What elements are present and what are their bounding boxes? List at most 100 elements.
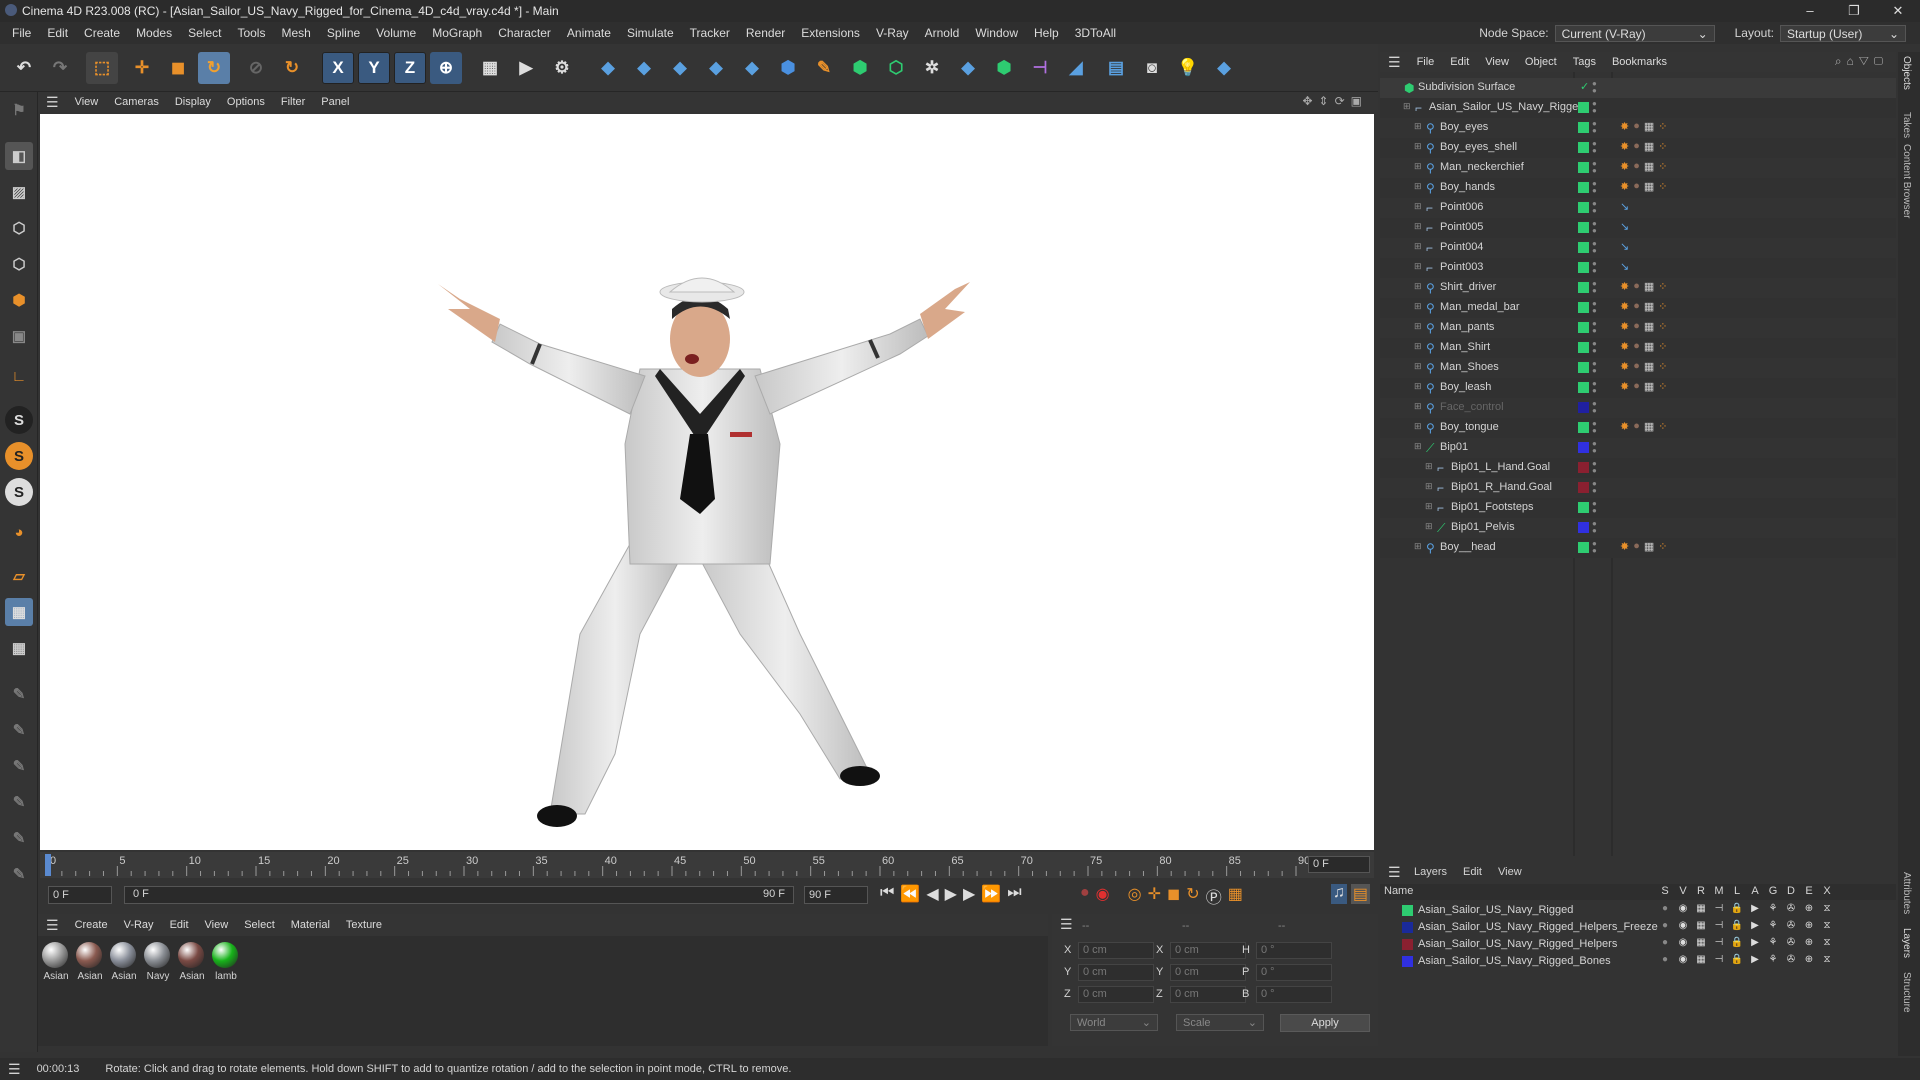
object-menu-object[interactable]: Object <box>1517 56 1565 68</box>
layer-row[interactable]: Asian_Sailor_US_Navy_Rigged ● ◉ ▦ ⊣ 🔒 ▶ ⚘ ✇ ⊕ ⧖ <box>1380 902 1896 918</box>
magnet-icon[interactable]: ◕ <box>5 518 33 546</box>
object-menu-file[interactable]: File <box>1409 56 1443 68</box>
layer-flag-e-icon[interactable]: ⊕ <box>1800 954 1818 965</box>
layer-color-swatch[interactable] <box>1578 462 1589 473</box>
material-tag-icon[interactable]: ● <box>1633 140 1640 153</box>
vray-icon[interactable]: ◆ <box>628 52 660 84</box>
object-menu-bookmarks[interactable]: Bookmarks <box>1604 56 1675 68</box>
tab-layers[interactable]: Layers <box>1901 928 1912 958</box>
recent-tool-icon[interactable]: ⊘ <box>240 52 272 84</box>
layer-flag-r-icon[interactable]: ▦ <box>1692 920 1710 931</box>
weight-tag-icon[interactable]: ⁘ <box>1658 300 1667 313</box>
menu-select[interactable]: Select <box>180 26 229 40</box>
layer-flag-l-icon[interactable]: 🔒 <box>1728 920 1746 931</box>
viewport-nav-icons[interactable]: ✥⇕⟳▣ <box>1302 94 1368 108</box>
material-tag-icon[interactable]: ● <box>1633 360 1640 373</box>
material-tag-icon[interactable]: ● <box>1633 420 1640 433</box>
visibility-dots-icon[interactable]: ● ● <box>1592 120 1597 135</box>
key-pla-icon[interactable]: ▦ <box>1228 884 1243 908</box>
skin-tag-icon[interactable]: ✸ <box>1620 160 1629 173</box>
status-hamburger-icon[interactable]: ☰ <box>0 1061 29 1078</box>
layer-color-swatch[interactable] <box>1578 122 1589 133</box>
key-scale-icon[interactable]: ◼ <box>1167 884 1180 908</box>
layer-color-swatch[interactable] <box>1578 282 1589 293</box>
object-row[interactable]: ⊞ ⚲ Boy_eyes ● ● ✸ ● ▦ ⁘ <box>1380 118 1896 138</box>
play-icon[interactable]: ▶ <box>945 884 957 904</box>
menu-window[interactable]: Window <box>967 26 1026 40</box>
expand-icon[interactable]: ⊞ <box>1414 201 1422 212</box>
menu-3dtoall[interactable]: 3DToAll <box>1067 26 1124 40</box>
current-frame-field[interactable]: 0 F <box>48 886 112 904</box>
maximize-button[interactable]: ❐ <box>1832 0 1876 22</box>
cube-icon[interactable]: ⬢ <box>772 52 804 84</box>
python-script-5-icon[interactable]: ◆ <box>952 52 984 84</box>
layer-color-swatch[interactable] <box>1578 202 1589 213</box>
layer-flag-e-icon[interactable]: ⊕ <box>1800 903 1818 914</box>
layer-flag-x-icon[interactable]: ⧖ <box>1818 954 1836 965</box>
weight-tag-icon[interactable]: ⁘ <box>1658 340 1667 353</box>
expand-icon[interactable]: ⊞ <box>1414 121 1422 132</box>
coord-value-field[interactable]: 0 cm <box>1170 964 1246 981</box>
coord-value-field[interactable]: 0 cm <box>1078 986 1154 1003</box>
visibility-dots-icon[interactable]: ● ● <box>1592 180 1597 195</box>
weight-tag-icon[interactable]: ⁘ <box>1658 320 1667 333</box>
constraint-tag-icon[interactable]: ↘ <box>1620 260 1629 273</box>
layer-color-swatch[interactable] <box>1578 262 1589 273</box>
skin-tag-icon[interactable]: ✸ <box>1620 280 1629 293</box>
relax-icon[interactable]: ✎ <box>5 824 33 852</box>
menu-create[interactable]: Create <box>76 26 128 40</box>
menu-tools[interactable]: Tools <box>229 26 273 40</box>
3d-viewport[interactable] <box>40 114 1374 850</box>
layer-flag-r-icon[interactable]: ▦ <box>1692 954 1710 965</box>
layer-flag-m-icon[interactable]: ⊣ <box>1710 937 1728 948</box>
layer-color-swatch[interactable] <box>1578 222 1589 233</box>
constraint-tag-icon[interactable]: ↘ <box>1620 240 1629 253</box>
object-row[interactable]: ⊞ ⚲ Man_Shoes ● ● ✸ ● ▦ ⁘ <box>1380 358 1896 378</box>
scale-tool-icon[interactable]: ◼ <box>162 52 194 84</box>
layer-color-swatch[interactable] <box>1578 182 1589 193</box>
menu-render[interactable]: Render <box>738 26 793 40</box>
expand-icon[interactable]: ⊞ <box>1425 521 1433 532</box>
expand-icon[interactable]: ⊞ <box>1403 101 1411 112</box>
layer-flag-d-icon[interactable]: ✇ <box>1782 937 1800 948</box>
expand-icon[interactable]: ⊞ <box>1414 181 1422 192</box>
apply-button[interactable]: Apply <box>1280 1014 1370 1032</box>
texture-tag-icon[interactable]: ▦ <box>1644 320 1654 333</box>
weight-tag-icon[interactable]: ⁘ <box>1658 280 1667 293</box>
expand-icon[interactable]: ⊞ <box>1414 321 1422 332</box>
go-to-start-icon[interactable]: ⏮ <box>880 884 894 904</box>
visibility-dots-icon[interactable]: ● ● <box>1592 280 1597 295</box>
layer-flag-d-icon[interactable]: ✇ <box>1782 954 1800 965</box>
skin-tag-icon[interactable]: ✸ <box>1620 340 1629 353</box>
redo-icon[interactable]: ↷ <box>44 52 76 84</box>
layer-menu-edit[interactable]: Edit <box>1455 866 1490 878</box>
layer-flag-m-icon[interactable]: ⊣ <box>1710 954 1728 965</box>
render-view-icon[interactable]: ▶ <box>510 52 542 84</box>
menu-file[interactable]: File <box>4 26 39 40</box>
layer-flag-v-icon[interactable]: ◉ <box>1674 903 1692 914</box>
object-row[interactable]: ⊞ ⚲ Boy__head ● ● ✸ ● ▦ ⁘ <box>1380 538 1896 558</box>
object-row[interactable]: ⊞ ⚲ Man_neckerchief ● ● ✸ ● ▦ ⁘ <box>1380 158 1896 178</box>
sculpt-icon[interactable]: ✎ <box>5 716 33 744</box>
layer-flag-s-icon[interactable]: ● <box>1656 920 1674 931</box>
layer-flag-l-icon[interactable]: 🔒 <box>1728 903 1746 914</box>
y-axis-lock-button[interactable]: Y <box>358 52 390 84</box>
expand-icon[interactable]: ⊞ <box>1414 261 1422 272</box>
camera-icon[interactable]: ◙ <box>1136 52 1168 84</box>
coord-value-field[interactable]: 0 cm <box>1170 942 1246 959</box>
menu-animate[interactable]: Animate <box>559 26 619 40</box>
timeline-layout-icon[interactable]: ▤ <box>1350 884 1370 904</box>
layer-hamburger-icon[interactable]: ☰ <box>1388 864 1401 881</box>
object-row[interactable]: ⊞ ⚲ Man_pants ● ● ✸ ● ▦ ⁘ <box>1380 318 1896 338</box>
layer-flag-a-icon[interactable]: ▶ <box>1746 937 1764 948</box>
visibility-dots-icon[interactable]: ● ● <box>1592 200 1597 215</box>
enabled-check-icon[interactable]: ✓ <box>1580 80 1589 93</box>
visibility-dots-icon[interactable]: ● ● <box>1592 440 1597 455</box>
object-row[interactable]: ⊞ ⚲ Boy_leash ● ● ✸ ● ▦ ⁘ <box>1380 378 1896 398</box>
material-menu-edit[interactable]: Edit <box>162 919 197 931</box>
visibility-dots-icon[interactable]: ● ● <box>1592 80 1597 95</box>
visibility-dots-icon[interactable]: ● ● <box>1592 160 1597 175</box>
brush-icon[interactable]: ✎ <box>5 860 33 888</box>
visibility-dots-icon[interactable]: ● ● <box>1592 100 1597 115</box>
move-tool-icon[interactable]: ✛ <box>126 52 158 84</box>
